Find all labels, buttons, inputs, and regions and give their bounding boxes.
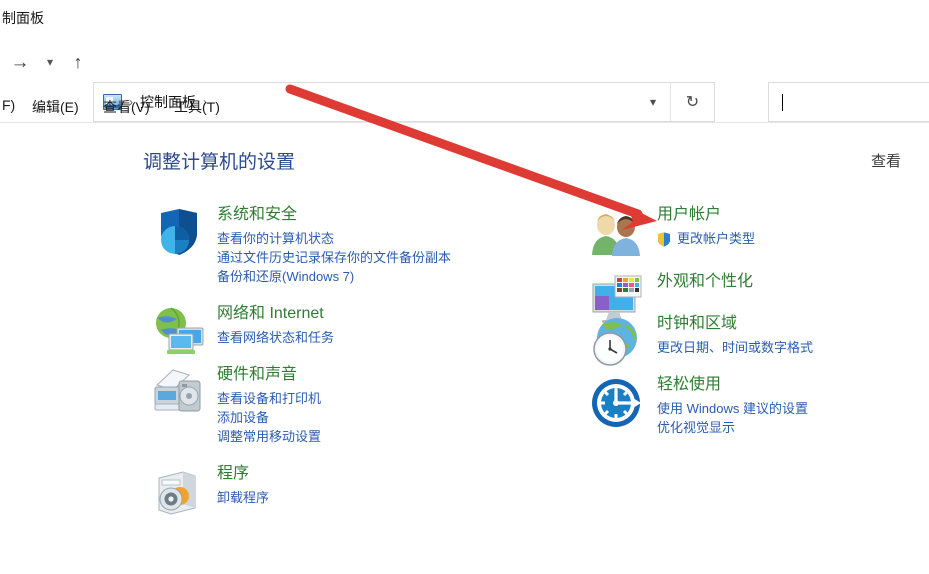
printer-hardware-icon — [149, 367, 207, 419]
programs-disc-icon — [149, 466, 207, 518]
uac-shield-icon — [657, 232, 671, 247]
category-title[interactable]: 用户帐户 — [657, 205, 929, 225]
category-hardware-and-sound[interactable]: 硬件和声音 查看设备和打印机 添加设备 调整常用移动设置 — [143, 365, 563, 446]
category-column-right: 用户帐户 更改帐户类型 外观和个性化 时钟和区域 更改日期、时间或数字格式 轻松… — [583, 205, 929, 451]
category-user-accounts[interactable]: 用户帐户 更改帐户类型 — [583, 205, 929, 256]
category-column-left: 系统和安全 查看你的计算机状态 通过文件历史记录保存你的文件备份副本 备份和还原… — [143, 205, 563, 521]
category-network-and-internet[interactable]: 网络和 Internet 查看网络状态和任务 — [143, 304, 563, 354]
category-link[interactable]: 卸载程序 — [217, 488, 563, 507]
category-title[interactable]: 网络和 Internet — [217, 304, 563, 324]
control-panel-window: 制面板 → ▾ ↑ › 控制面板 › ▾ ↻ F) 编辑(E) 查看(V) 工具… — [0, 0, 929, 574]
arrow-up-icon[interactable]: ↑ — [66, 50, 90, 74]
category-link[interactable]: 使用 Windows 建议的设置 — [657, 399, 929, 418]
chevron-down-icon[interactable]: ▾ — [38, 50, 62, 74]
network-internet-icon — [149, 306, 207, 358]
category-link[interactable]: 查看设备和打印机 — [217, 389, 563, 408]
user-accounts-icon — [589, 207, 647, 259]
window-titlebar: 制面板 — [0, 0, 929, 34]
category-title[interactable]: 外观和个性化 — [657, 272, 929, 292]
category-title[interactable]: 硬件和声音 — [217, 365, 563, 385]
menu-bar: F) 编辑(E) 查看(V) 工具(T) — [0, 94, 929, 120]
category-link[interactable]: 更改日期、时间或数字格式 — [657, 338, 929, 357]
category-link[interactable]: 备份和还原(Windows 7) — [217, 267, 563, 286]
category-title[interactable]: 时钟和区域 — [657, 314, 929, 334]
category-link[interactable]: 通过文件历史记录保存你的文件备份副本 — [217, 248, 563, 267]
menu-item-view[interactable]: 查看(V) — [103, 97, 150, 117]
arrow-right-icon[interactable]: → — [8, 50, 32, 74]
view-by-label[interactable]: 查看方式 — [871, 150, 901, 171]
category-title[interactable]: 系统和安全 — [217, 205, 563, 225]
category-link[interactable]: 调整常用移动设置 — [217, 427, 563, 446]
category-link[interactable]: 查看你的计算机状态 — [217, 229, 563, 248]
ease-of-access-icon — [589, 377, 647, 429]
category-link[interactable]: 查看网络状态和任务 — [217, 328, 563, 347]
navigation-bar: → ▾ ↑ › 控制面板 › ▾ ↻ — [0, 40, 929, 122]
category-ease-of-access[interactable]: 轻松使用 使用 Windows 建议的设置 优化视觉显示 — [583, 375, 929, 437]
category-programs[interactable]: 程序 卸载程序 — [143, 464, 563, 515]
window-title: 制面板 — [2, 10, 44, 26]
menu-item-tools[interactable]: 工具(T) — [174, 97, 220, 117]
category-system-and-security[interactable]: 系统和安全 查看你的计算机状态 通过文件历史记录保存你的文件备份副本 备份和还原… — [143, 205, 563, 286]
clock-region-icon — [589, 316, 647, 368]
category-link[interactable]: 更改帐户类型 — [657, 229, 929, 248]
category-link-label: 更改帐户类型 — [677, 231, 756, 246]
category-title[interactable]: 程序 — [217, 464, 563, 484]
page-title: 调整计算机的设置 — [143, 152, 296, 173]
category-clock-and-region[interactable]: 时钟和区域 更改日期、时间或数字格式 — [583, 314, 929, 366]
category-link[interactable]: 优化视觉显示 — [657, 418, 929, 437]
category-title[interactable]: 轻松使用 — [657, 375, 929, 395]
control-panel-content: 调整计算机的设置 查看方式 系统和安全 查看你的计算机状态 通过文件历史记录保存… — [0, 123, 929, 574]
menu-item-file[interactable]: F) — [2, 97, 15, 113]
shield-security-icon — [149, 207, 207, 259]
menu-item-edit[interactable]: 编辑(E) — [32, 97, 79, 117]
category-link[interactable]: 添加设备 — [217, 408, 563, 427]
category-appearance-and-personalization[interactable]: 外观和个性化 — [583, 272, 929, 323]
